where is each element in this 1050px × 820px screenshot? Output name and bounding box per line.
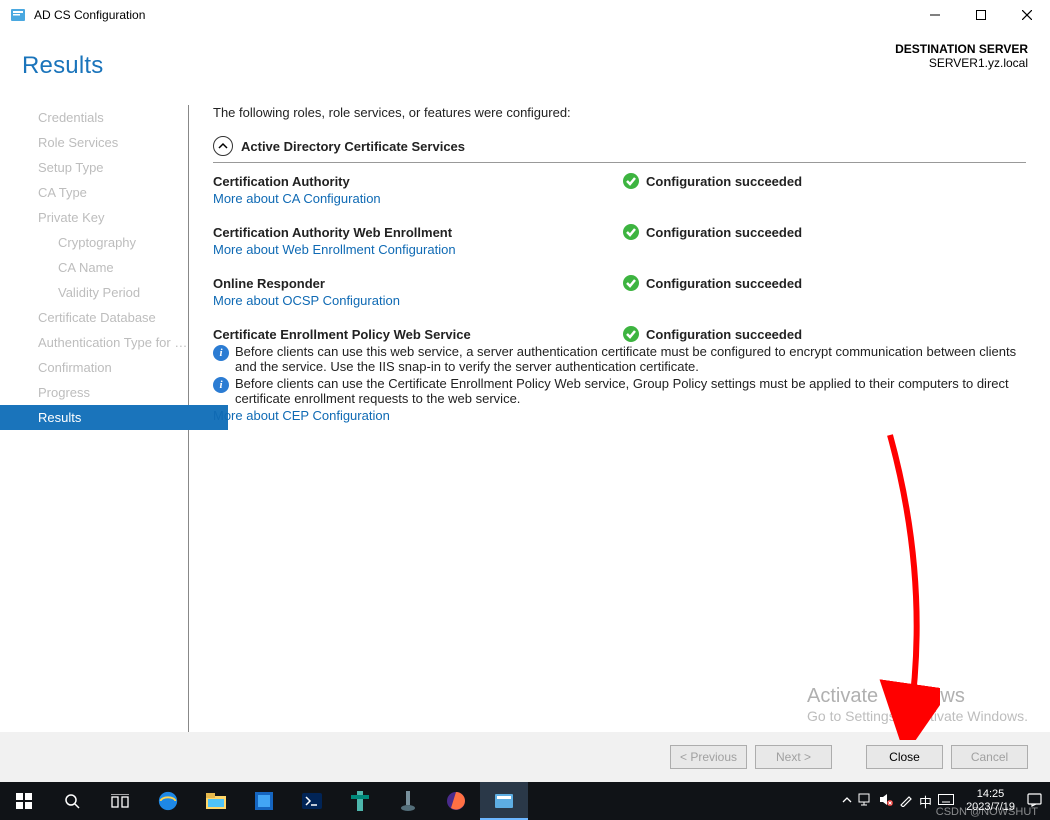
volume-icon[interactable]	[879, 793, 893, 809]
wizard-step-setup-type[interactable]: Setup Type	[22, 155, 188, 180]
role-block: Certification Authority Web Enrollment Co…	[213, 224, 1026, 257]
info-text: Before clients can use this web service,…	[235, 344, 1026, 374]
check-icon	[623, 173, 639, 189]
wizard-step-role-services[interactable]: Role Services	[22, 130, 188, 155]
role-block: Online Responder Configuration succeeded M…	[213, 275, 1026, 308]
info-note: i Before clients can use this web service…	[213, 344, 1026, 374]
app-icon	[10, 7, 26, 23]
powershell-icon[interactable]	[288, 782, 336, 820]
activate-title: Activate Windows	[807, 685, 1028, 708]
destination-value: SERVER1.yz.local	[895, 56, 1028, 70]
more-link[interactable]: More about CA Configuration	[213, 191, 381, 206]
status-text: Configuration succeeded	[646, 276, 802, 291]
app-icon-3[interactable]	[384, 782, 432, 820]
wizard-step-certificate-database[interactable]: Certificate Database	[22, 305, 188, 330]
chevron-up-icon	[213, 136, 233, 156]
wizard-step-credentials[interactable]: Credentials	[22, 105, 188, 130]
info-icon: i	[213, 377, 229, 393]
status-badge: Configuration succeeded	[623, 326, 802, 342]
titlebar: AD CS Configuration	[0, 0, 1050, 30]
start-button[interactable]	[0, 782, 48, 820]
wizard-step-authentication-type-for-c-[interactable]: Authentication Type for C...	[22, 330, 188, 355]
file-explorer-icon[interactable]	[192, 782, 240, 820]
window-title: AD CS Configuration	[34, 8, 912, 22]
task-view-icon[interactable]	[96, 782, 144, 820]
destination-server: DESTINATION SERVER SERVER1.yz.local	[895, 42, 1028, 70]
csdn-watermark: CSDN @NOWSHUT	[936, 806, 1038, 818]
wizard-step-private-key[interactable]: Private Key	[22, 205, 188, 230]
app-icon-1[interactable]	[240, 782, 288, 820]
server-manager-icon[interactable]	[480, 782, 528, 820]
ie-icon[interactable]	[144, 782, 192, 820]
check-icon	[623, 275, 639, 291]
app-icon-2[interactable]	[336, 782, 384, 820]
wizard-step-progress[interactable]: Progress	[22, 380, 188, 405]
previous-button[interactable]: < Previous	[670, 745, 747, 769]
wizard-content: The following roles, role services, or f…	[189, 105, 1026, 732]
search-icon[interactable]	[48, 782, 96, 820]
ime-icon[interactable]: 中	[919, 792, 932, 811]
more-link[interactable]: More about OCSP Configuration	[213, 293, 400, 308]
wizard-step-validity-period[interactable]: Validity Period	[22, 280, 188, 305]
destination-label: DESTINATION SERVER	[895, 42, 1028, 56]
status-badge: Configuration succeeded	[623, 224, 802, 240]
pen-icon[interactable]	[899, 793, 913, 810]
wizard-sidebar: CredentialsRole ServicesSetup TypeCA Typ…	[22, 105, 189, 732]
info-note: i Before clients can use the Certificate …	[213, 376, 1026, 406]
tray-chevron-up-icon[interactable]	[842, 795, 852, 808]
role-name: Certification Authority Web Enrollment	[213, 225, 623, 240]
firefox-icon[interactable]	[432, 782, 480, 820]
minimize-button[interactable]	[912, 0, 958, 30]
activate-windows-watermark: Activate Windows Go to Settings to activ…	[807, 685, 1028, 724]
status-text: Configuration succeeded	[646, 327, 802, 342]
more-link[interactable]: More about Web Enrollment Configuration	[213, 242, 456, 257]
wizard-step-cryptography[interactable]: Cryptography	[22, 230, 188, 255]
maximize-button[interactable]	[958, 0, 1004, 30]
page-title: Results	[22, 52, 103, 80]
wizard-step-ca-type[interactable]: CA Type	[22, 180, 188, 205]
intro-text: The following roles, role services, or f…	[213, 105, 1026, 120]
cancel-button[interactable]: Cancel	[951, 745, 1028, 769]
next-button[interactable]: Next >	[755, 745, 832, 769]
section-header[interactable]: Active Directory Certificate Services	[213, 136, 1026, 163]
role-name: Certificate Enrollment Policy Web Servic…	[213, 327, 623, 342]
close-wizard-button[interactable]: Close	[866, 745, 943, 769]
status-text: Configuration succeeded	[646, 174, 802, 189]
wizard-step-confirmation[interactable]: Confirmation	[22, 355, 188, 380]
status-text: Configuration succeeded	[646, 225, 802, 240]
status-badge: Configuration succeeded	[623, 173, 802, 189]
role-block: Certificate Enrollment Policy Web Servic…	[213, 326, 1026, 423]
taskbar[interactable]: 中 14:25 2023/7/19 CSDN @NOWSHUT	[0, 782, 1050, 820]
check-icon	[623, 326, 639, 342]
status-badge: Configuration succeeded	[623, 275, 802, 291]
wizard-step-ca-name[interactable]: CA Name	[22, 255, 188, 280]
check-icon	[623, 224, 639, 240]
role-block: Certification Authority Configuration suc…	[213, 173, 1026, 206]
close-button[interactable]	[1004, 0, 1050, 30]
info-icon: i	[213, 345, 229, 361]
more-link[interactable]: More about CEP Configuration	[213, 408, 390, 423]
wizard-footer: < Previous Next > Close Cancel	[0, 732, 1050, 782]
clock-time: 14:25	[966, 788, 1015, 801]
activate-sub: Go to Settings to activate Windows.	[807, 708, 1028, 724]
network-icon[interactable]	[858, 793, 873, 809]
info-text: Before clients can use the Certificate E…	[235, 376, 1026, 406]
section-title: Active Directory Certificate Services	[241, 139, 465, 154]
role-name: Online Responder	[213, 276, 623, 291]
role-name: Certification Authority	[213, 174, 623, 189]
